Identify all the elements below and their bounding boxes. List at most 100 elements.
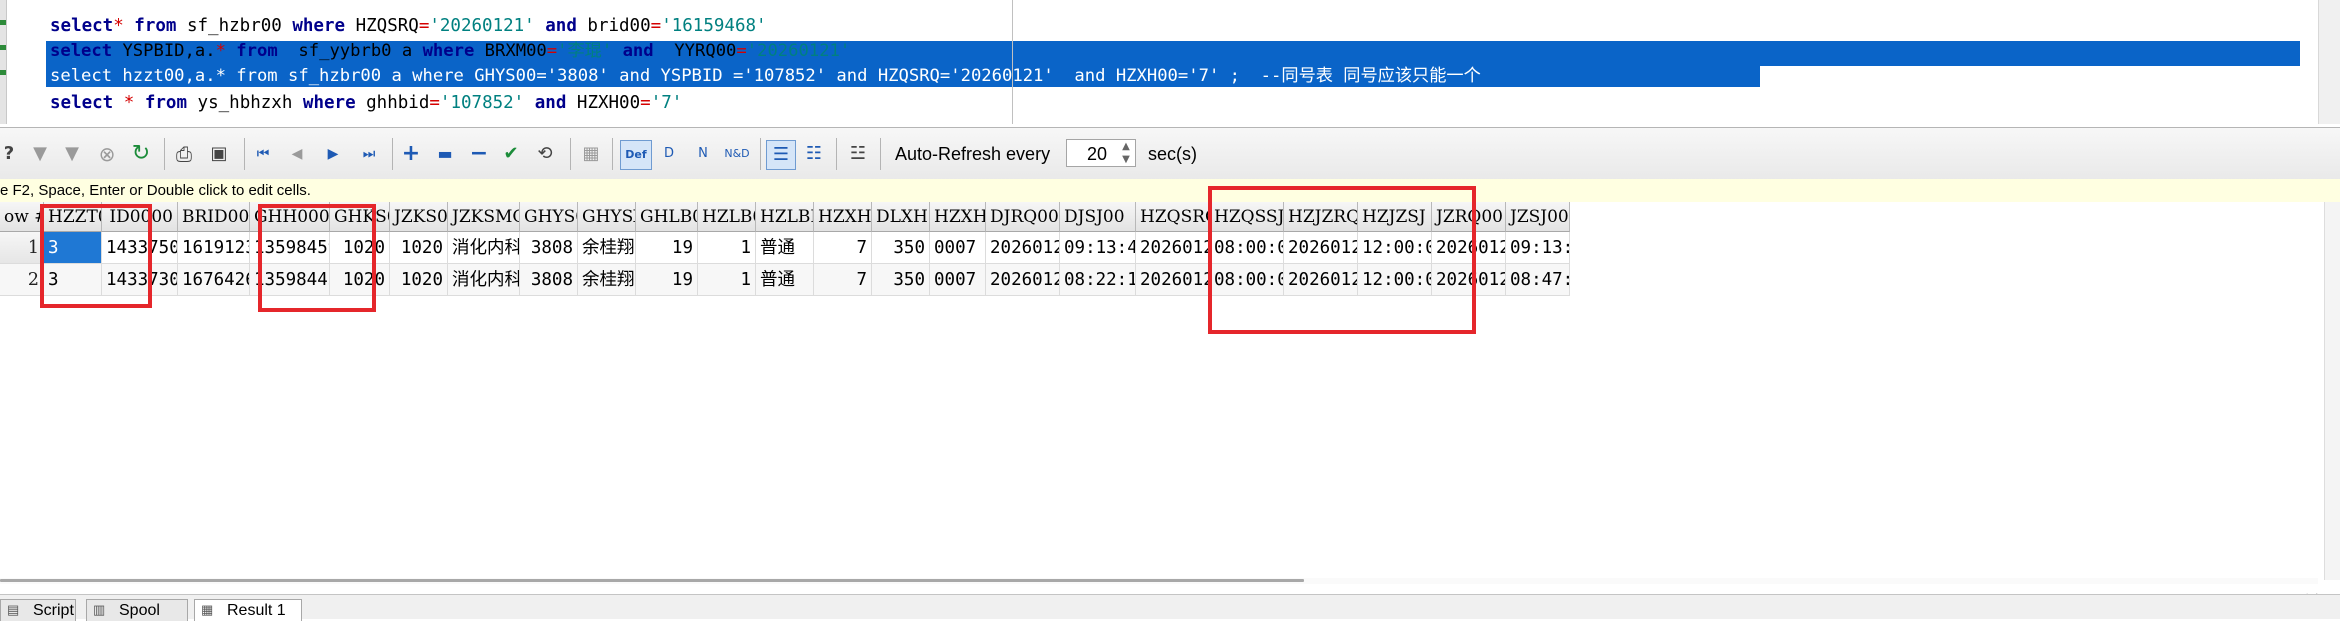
column-header-hzqsrq[interactable]: HZQSRQ	[1136, 202, 1210, 232]
cell-jzsj00[interactable]: 09:13:	[1506, 232, 1570, 264]
cell-hzxh00[interactable]: 7	[814, 232, 872, 264]
cell-hzxh00[interactable]: 7	[814, 264, 872, 296]
cell-ghks00[interactable]: 1020	[330, 232, 390, 264]
column-header-ghys00[interactable]: GHYS00	[520, 202, 578, 232]
refresh-icon[interactable]: ↻	[128, 140, 154, 168]
cell-jzrq00[interactable]: 20260121	[1432, 264, 1506, 296]
cell-jzsj00[interactable]: 08:47:	[1506, 264, 1570, 296]
grid-view-icon[interactable]: ☰	[766, 140, 796, 170]
column-header-hzlb00[interactable]: HZLB00	[698, 202, 756, 232]
cancel-edit-icon[interactable]: ⟲	[532, 140, 558, 168]
editor-vertical-scrollbar[interactable]	[2318, 0, 2340, 124]
column-header-ghks00[interactable]: GHKS00	[330, 202, 390, 232]
cell-id0000[interactable]: 14337307	[102, 264, 178, 296]
cell-hzlb00[interactable]: 1	[698, 264, 756, 296]
delete-record-icon[interactable]: −	[468, 140, 490, 168]
column-header-ghh000[interactable]: GHH000	[250, 202, 330, 232]
post-edit-icon[interactable]: ✔	[498, 140, 524, 168]
column-header-jzks00[interactable]: JZKS00	[390, 202, 448, 232]
cell-jzks00[interactable]: 1020	[390, 232, 448, 264]
cell-ghks00[interactable]: 1020	[330, 264, 390, 296]
cell-hzjzrq[interactable]: 20260121	[1284, 264, 1358, 296]
column-header-djsj00[interactable]: DJSJ00	[1060, 202, 1136, 232]
cell-ghh000[interactable]: 135984452	[250, 264, 330, 296]
help-icon[interactable]: ?	[0, 140, 18, 168]
last-record-icon[interactable]: ⏭	[358, 140, 380, 168]
cell-jzrq00[interactable]: 20260121	[1432, 232, 1506, 264]
sql-editor[interactable]: select* from sf_hzbr00 where HZQSRQ='202…	[0, 0, 2340, 124]
cell-hzqsrq[interactable]: 20260121	[1136, 232, 1210, 264]
column-header-hzxhmc[interactable]: HZXHMC	[930, 202, 986, 232]
column-header-jzsj00[interactable]: JZSJ00	[1506, 202, 1570, 232]
prior-record-icon[interactable]: ◀	[286, 140, 308, 168]
view-nd-button[interactable]: N&D	[722, 140, 752, 168]
cell-dlxh00[interactable]: 350	[872, 232, 930, 264]
column-header-djrq00[interactable]: DJRQ00	[986, 202, 1060, 232]
default-view-button[interactable]: Def	[620, 140, 652, 170]
column-header-dlxh00[interactable]: DLXH00	[872, 202, 930, 232]
insert-record-icon[interactable]: +	[400, 140, 422, 168]
column-header-ghlb00[interactable]: GHLB00	[636, 202, 698, 232]
cell-id0000[interactable]: 14337502	[102, 232, 178, 264]
insert-rows-icon[interactable]: ▬	[432, 140, 458, 168]
scrollbar-thumb[interactable]	[0, 579, 1304, 582]
cell-hzlbmc[interactable]: 普通	[756, 232, 814, 264]
grid-vertical-scrollbar[interactable]	[2324, 202, 2340, 580]
cell-hzlb00[interactable]: 1	[698, 232, 756, 264]
sql-line-2[interactable]: select YSPBID,a.* from sf_yybrb0 a where…	[50, 39, 850, 64]
cell-ghysxm[interactable]: 余桂翔	[578, 264, 636, 296]
cell-jzksmc[interactable]: 消化内科	[448, 264, 520, 296]
cell-ghysxm[interactable]: 余桂翔	[578, 232, 636, 264]
column-header-id0000[interactable]: ID0000	[102, 202, 178, 232]
cell-djsj00[interactable]: 09:13:46	[1060, 232, 1136, 264]
filter-icon[interactable]: ▼	[28, 140, 52, 168]
result-grid[interactable]: ow #HZZT00ID0000BRID00GHH000GHKS00JZKS00…	[0, 186, 2340, 580]
view-d-button[interactable]: D	[656, 140, 682, 168]
cell-hzjzrq[interactable]: 20260121	[1284, 232, 1358, 264]
column-header-ghysxm[interactable]: GHYSXM	[578, 202, 636, 232]
cell-brid00[interactable]: 16764262	[178, 264, 250, 296]
row-number[interactable]: 1	[0, 232, 44, 264]
cell-ghh000[interactable]: 135984596	[250, 232, 330, 264]
cell-djrq00[interactable]: 20260121	[986, 264, 1060, 296]
cell-hzqssj[interactable]: 08:00:00	[1210, 264, 1284, 296]
column-header-jzrq00[interactable]: JZRQ00	[1432, 202, 1506, 232]
column-header-hzxh00[interactable]: HZXH00	[814, 202, 872, 232]
column-header-brid00[interactable]: BRID00	[178, 202, 250, 232]
cell-djsj00[interactable]: 08:22:13	[1060, 264, 1136, 296]
cell-hzxhmc[interactable]: 0007	[930, 232, 986, 264]
print-icon[interactable]: ⎙	[170, 140, 198, 168]
record-layout-icon[interactable]: ☳	[844, 140, 872, 168]
sql-line-4[interactable]: select * from ys_hbhzxh where ghhbid='10…	[50, 91, 682, 116]
cell-hzqsrq[interactable]: 20260121	[1136, 264, 1210, 296]
next-record-icon[interactable]: ▶	[322, 140, 344, 168]
first-record-icon[interactable]: ⏮	[252, 140, 274, 168]
column-header-hzlbmc[interactable]: HZLBMC	[756, 202, 814, 232]
form-view-icon[interactable]: ☷	[800, 140, 828, 168]
grid-layout-icon[interactable]: ▦	[578, 140, 604, 168]
cell-hzqssj[interactable]: 08:00:00	[1210, 232, 1284, 264]
cell-ghlb00[interactable]: 19	[636, 264, 698, 296]
column-header-hzjzrq[interactable]: HZJZRQ	[1284, 202, 1358, 232]
interval-spinner-icon[interactable]: ▲ ▼	[1118, 140, 1134, 166]
column-header-hzjzsj[interactable]: HZJZSJ	[1358, 202, 1432, 232]
sql-line-1[interactable]: select* from sf_hzbr00 where HZQSRQ='202…	[50, 14, 767, 39]
cell-hzlbmc[interactable]: 普通	[756, 264, 814, 296]
cell-dlxh00[interactable]: 350	[872, 264, 930, 296]
column-header-hzqssj[interactable]: HZQSSJ	[1210, 202, 1284, 232]
cell-ghlb00[interactable]: 19	[636, 232, 698, 264]
cell-djrq00[interactable]: 20260121	[986, 232, 1060, 264]
cell-hzxhmc[interactable]: 0007	[930, 264, 986, 296]
cancel-icon[interactable]: ⊗	[94, 140, 120, 168]
cell-hzjzsj[interactable]: 12:00:00	[1358, 232, 1432, 264]
column-header-jzksmc[interactable]: JZKSMC	[448, 202, 520, 232]
cell-hzzt00[interactable]: 3	[44, 232, 102, 264]
column-header-hzzt00[interactable]: HZZT00	[44, 202, 102, 232]
cell-ghys00[interactable]: 3808	[520, 232, 578, 264]
sql-line-3[interactable]: select hzzt00,a.* from sf_hzbr00 a where…	[50, 64, 1481, 89]
cell-brid00[interactable]: 16191233	[178, 232, 250, 264]
row-number[interactable]: 2	[0, 264, 44, 296]
cell-hzzt00[interactable]: 3	[44, 264, 102, 296]
cell-jzks00[interactable]: 1020	[390, 264, 448, 296]
cell-ghys00[interactable]: 3808	[520, 264, 578, 296]
